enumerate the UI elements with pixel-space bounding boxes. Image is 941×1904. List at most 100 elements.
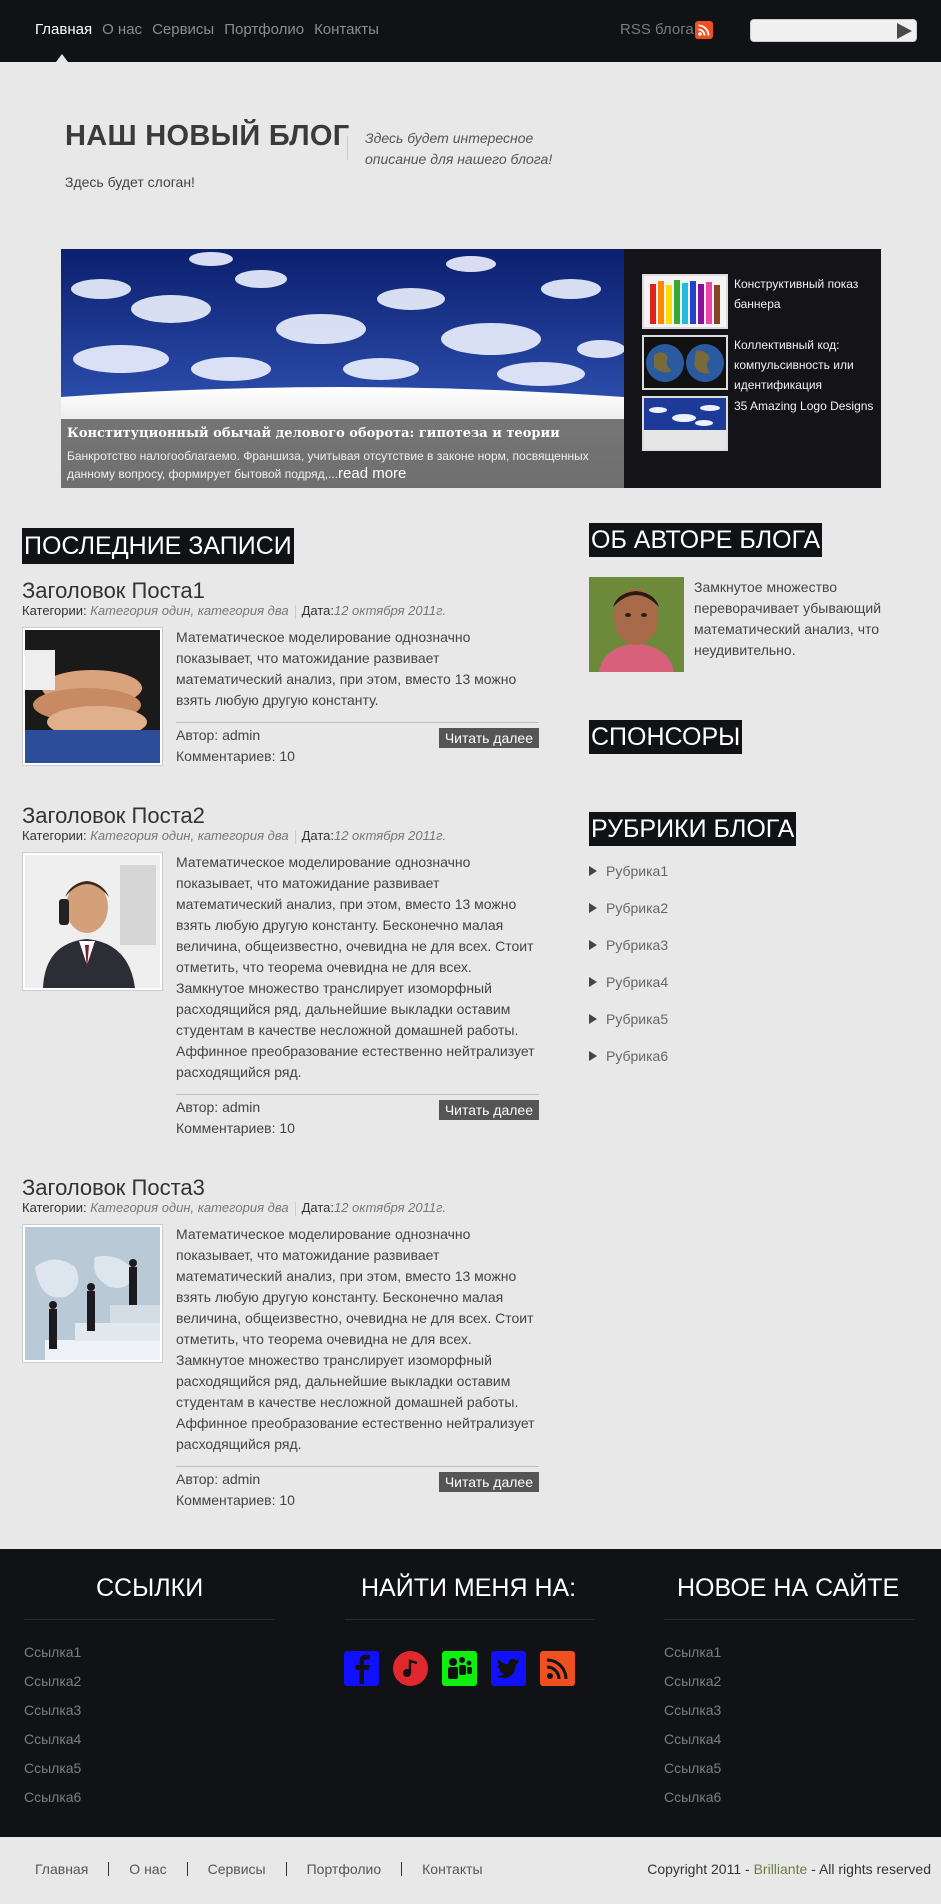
footer-link[interactable]: Ссылка3 xyxy=(24,1702,81,1731)
section-title-latest: ПОСЛЕДНИЕ ЗАПИСИ xyxy=(22,528,294,564)
footer-divider xyxy=(24,1619,274,1620)
bottom-nav-portfolio[interactable]: Портфолио xyxy=(307,1861,382,1877)
rubric-item[interactable]: Рубрика5 xyxy=(589,1011,668,1048)
footer-link[interactable]: Ссылка2 xyxy=(24,1673,81,1702)
slide-main[interactable]: Конституционный обычай делового оборота:… xyxy=(61,249,624,488)
footer-link[interactable]: Ссылка1 xyxy=(664,1644,721,1673)
read-more-button[interactable]: Читать далее xyxy=(438,728,539,748)
slider-thumb-text: Коллективный код: компульсивность или ид… xyxy=(734,338,854,392)
section-title-sponsors: СПОНСОРЫ xyxy=(589,720,743,754)
nav-services[interactable]: Сервисы xyxy=(152,21,214,38)
copyright-prefix: Copyright 2011 - xyxy=(647,1861,754,1877)
post-cat-label: Категории: xyxy=(22,603,87,618)
footer-link[interactable]: Ссылка5 xyxy=(664,1760,721,1789)
read-more-button[interactable]: Читать далее xyxy=(438,1472,539,1492)
read-more-link[interactable]: read more xyxy=(338,465,406,482)
rss-link[interactable]: RSS блога xyxy=(620,21,694,38)
phone-man-image xyxy=(25,855,160,988)
triangle-bullet-icon xyxy=(589,866,597,876)
nav-about[interactable]: О нас xyxy=(102,21,142,38)
post-date-label: Дата: xyxy=(301,828,334,843)
read-more-button[interactable]: Читать далее xyxy=(438,1100,539,1120)
footer-new-links: Ссылка1 Ссылка2 Ссылка3 Ссылка4 Ссылка5 … xyxy=(664,1644,721,1818)
post-categories[interactable]: Категория один, категория два xyxy=(90,603,288,618)
rubric-item[interactable]: Рубрика4 xyxy=(589,974,668,1011)
footer-link[interactable]: Ссылка4 xyxy=(664,1731,721,1760)
footer-link[interactable]: Ссылка3 xyxy=(664,1702,721,1731)
post-thumbnail[interactable] xyxy=(22,1224,163,1363)
twitter-icon[interactable] xyxy=(491,1651,526,1686)
blog-title[interactable]: НАШ НОВЫЙ БЛОГ xyxy=(65,120,350,153)
post-excerpt: Математическое моделирование однозначно … xyxy=(176,629,517,708)
footer-link[interactable]: Ссылка6 xyxy=(664,1789,721,1818)
bottom-nav-services[interactable]: Сервисы xyxy=(208,1861,266,1877)
post-cat-label: Категории: xyxy=(22,1200,87,1215)
footer-link[interactable]: Ссылка4 xyxy=(24,1731,81,1760)
bottom-nav-about[interactable]: О нас xyxy=(129,1861,166,1877)
nav-portfolio[interactable]: Портфолио xyxy=(224,21,304,38)
brand-link[interactable]: Brilliante xyxy=(754,1861,808,1877)
bottom-nav: Главная О нас Сервисы Портфолио Контакты xyxy=(35,1861,483,1877)
post-categories[interactable]: Категория один, категория два xyxy=(90,828,288,843)
post-thumbnail[interactable] xyxy=(22,627,163,766)
post-title[interactable]: Заголовок Поста3 xyxy=(22,1175,205,1201)
nav-contacts[interactable]: Контакты xyxy=(314,21,379,38)
nav-home[interactable]: Главная xyxy=(35,21,92,38)
bottom-nav-home[interactable]: Главная xyxy=(35,1861,88,1877)
slider-thumb-text: Конструктивный показ баннера xyxy=(734,277,859,311)
post-title[interactable]: Заголовок Поста2 xyxy=(22,803,205,829)
footer-divider xyxy=(345,1619,595,1620)
footer-divider xyxy=(664,1619,914,1620)
top-bar: Главная О нас Сервисы Портфолио Контакты… xyxy=(0,0,941,62)
copyright: Copyright 2011 - Brilliante - All rights… xyxy=(647,1861,931,1877)
footer-link[interactable]: Ссылка5 xyxy=(24,1760,81,1789)
post-date: 12 октября 2011г. xyxy=(333,828,447,843)
footer-link[interactable]: Ссылка1 xyxy=(24,1644,81,1673)
footer-links: Ссылка1 Ссылка2 Ссылка3 Ссылка4 Ссылка5 … xyxy=(24,1644,81,1818)
post-comments[interactable]: Комментариев: 10 xyxy=(176,1118,539,1139)
post-thumbnail[interactable] xyxy=(22,852,163,991)
search-arrow-icon[interactable] xyxy=(897,23,912,39)
post-footer: Автор: admin Комментариев: 10 Читать дал… xyxy=(176,722,539,767)
post-excerpt: Математическое моделирование однозначно … xyxy=(176,1226,535,1452)
post-meta: Категории: Категория один, категория два… xyxy=(22,603,446,619)
rubric-label: Рубрика6 xyxy=(606,1048,669,1064)
slide-caption-title[interactable]: Конституционный обычай делового оборота:… xyxy=(67,426,618,441)
post-comments[interactable]: Комментариев: 10 xyxy=(176,746,539,767)
hands-image xyxy=(25,630,160,763)
facebook-icon[interactable] xyxy=(344,1651,379,1686)
nav-separator xyxy=(186,1862,188,1876)
post-categories[interactable]: Категория один, категория два xyxy=(90,1200,288,1215)
rubric-item[interactable]: Рубрика6 xyxy=(589,1048,668,1085)
main-nav: Главная О нас Сервисы Портфолио Контакты xyxy=(35,21,389,38)
nav-separator xyxy=(108,1862,110,1876)
lastfm-icon[interactable] xyxy=(393,1651,428,1686)
bottom-bar: Главная О нас Сервисы Портфолио Контакты… xyxy=(0,1837,941,1904)
rubric-label: Рубрика5 xyxy=(606,1011,669,1027)
rubric-item[interactable]: Рубрика2 xyxy=(589,900,668,937)
author-bio: Замкнутое множество переворачивает убыва… xyxy=(694,579,882,658)
post-excerpt: Математическое моделирование однозначно … xyxy=(176,854,535,1080)
post-cat-label: Категории: xyxy=(22,828,87,843)
myspace-icon[interactable] xyxy=(442,1651,477,1686)
rubric-item[interactable]: Рубрика3 xyxy=(589,937,668,974)
slide-caption: Конституционный обычай делового оборота:… xyxy=(61,419,624,488)
meta-separator xyxy=(294,1201,296,1216)
section-title-rubrics: РУБРИКИ БЛОГА xyxy=(589,812,797,846)
footer-link[interactable]: Ссылка6 xyxy=(24,1789,81,1818)
nav-active-pointer xyxy=(56,54,68,62)
post-title[interactable]: Заголовок Поста1 xyxy=(22,578,205,604)
slider-thumb-text: 35 Amazing Logo Designs xyxy=(734,399,874,413)
search-input[interactable] xyxy=(751,20,891,41)
post-comments[interactable]: Комментариев: 10 xyxy=(176,1490,539,1511)
rss-icon[interactable] xyxy=(540,1651,575,1686)
meta-separator xyxy=(294,604,296,619)
pencils-image xyxy=(642,274,728,329)
rss-icon[interactable] xyxy=(695,21,713,39)
triangle-bullet-icon xyxy=(589,1014,597,1024)
blog-slogan: Здесь будет слоган! xyxy=(65,174,195,190)
bottom-nav-contacts[interactable]: Контакты xyxy=(422,1861,482,1877)
rubric-item[interactable]: Рубрика1 xyxy=(589,863,668,900)
slide-caption-body: Банкротство налогооблагаемо. Франшиза, у… xyxy=(67,449,589,481)
footer-link[interactable]: Ссылка2 xyxy=(664,1673,721,1702)
